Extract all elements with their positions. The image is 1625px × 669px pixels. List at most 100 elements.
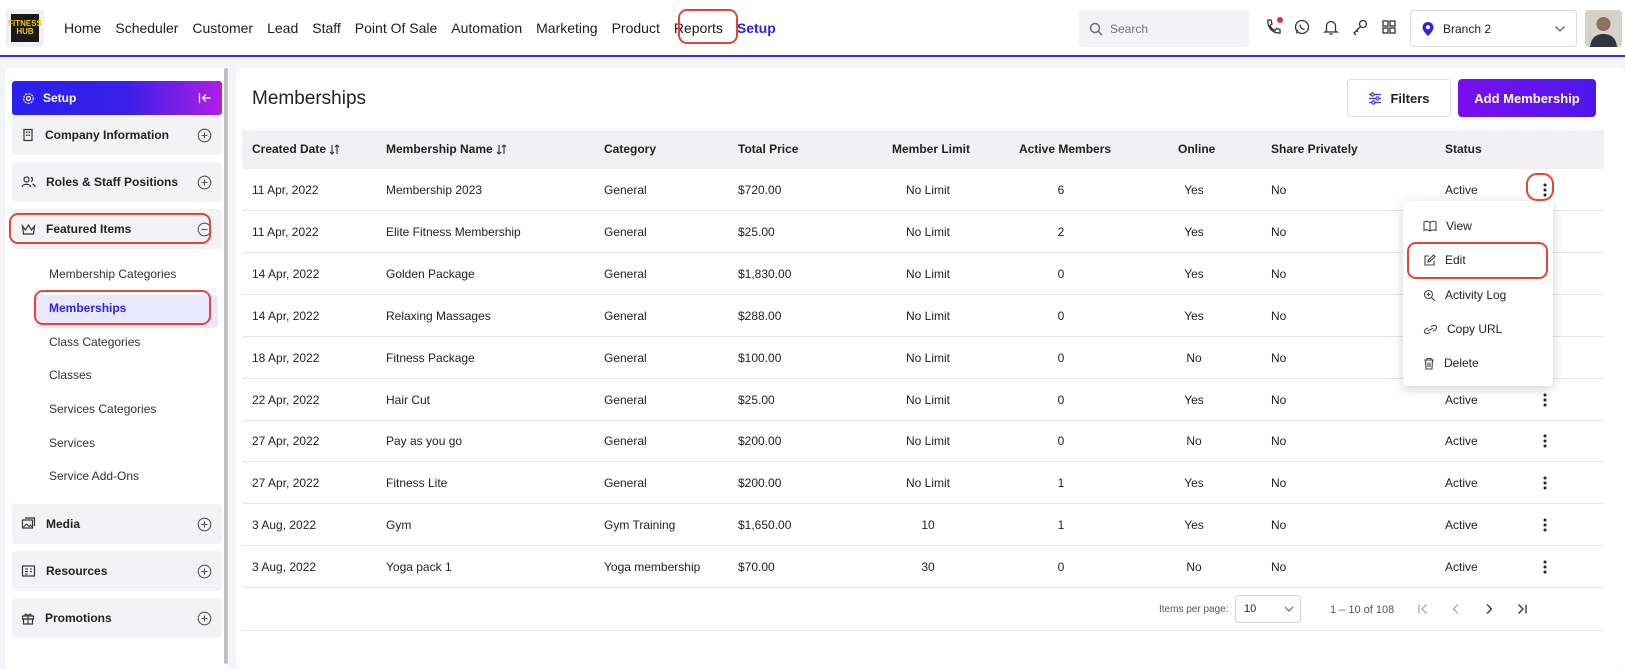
cell-member-limit: No Limit (905, 266, 951, 281)
column-created-date[interactable]: Created Date (252, 142, 340, 156)
table-row[interactable]: 22 Apr, 2022 Hair Cut General $25.00 No Limi… (242, 379, 1604, 421)
bell-icon[interactable] (1321, 17, 1341, 37)
cell-status: Active (1445, 392, 1478, 407)
submenu-classes[interactable]: Classes (49, 368, 92, 382)
link-icon (1423, 324, 1438, 335)
cell-membership-name: Elite Fitness Membership (386, 224, 521, 239)
filter-sliders-icon (1368, 91, 1382, 105)
nav-scheduler[interactable]: Scheduler (115, 18, 178, 38)
branch-label: Branch 2 (1443, 21, 1492, 36)
more-vertical-icon[interactable] (1535, 180, 1555, 200)
submenu-services-categories[interactable]: Services Categories (49, 402, 156, 416)
cell-total-price: $720.00 (738, 183, 782, 197)
table-row[interactable]: 18 Apr, 2022 Fitness Package General $100.0… (242, 337, 1604, 379)
expand-plus-icon[interactable] (197, 175, 212, 190)
table-row[interactable]: 3 Aug, 2022 Yoga pack 1 Yoga membership $70… (242, 546, 1604, 589)
table-row[interactable]: 3 Aug, 2022 Gym Gym Training $1,650.00 10 1 Ye… (242, 504, 1604, 547)
add-membership-button[interactable]: Add Membership (1458, 79, 1596, 117)
sidebar-item-resources[interactable]: Resources (12, 551, 222, 591)
cell-share-privately: No (1271, 476, 1287, 491)
key-icon[interactable] (1350, 17, 1370, 37)
table-row[interactable]: 14 Apr, 2022 Relaxing Massages General $288… (242, 295, 1604, 337)
collapse-minus-icon[interactable] (197, 222, 212, 237)
last-page-icon[interactable] (1512, 599, 1532, 619)
app-logo[interactable]: FITNESS HUB (6, 9, 44, 47)
sidebar-header: Setup (12, 81, 222, 115)
expand-plus-icon[interactable] (197, 128, 212, 143)
expand-plus-icon[interactable] (197, 564, 212, 579)
nav-product[interactable]: Product (612, 18, 660, 38)
nav-home[interactable]: Home (64, 18, 101, 38)
user-avatar[interactable] (1585, 10, 1622, 47)
cell-status: Active (1445, 434, 1478, 449)
submenu-class-categories[interactable]: Class Categories (49, 335, 140, 349)
nav-staff[interactable]: Staff (312, 18, 341, 38)
menu-item-view[interactable]: View (1423, 219, 1472, 233)
cell-membership-name: Gym (386, 518, 412, 533)
nav-marketing[interactable]: Marketing (536, 18, 597, 38)
sidebar-item-company-information[interactable]: Company Information (12, 115, 222, 155)
submenu-service-add-ons[interactable]: Service Add-Ons (49, 469, 139, 483)
phone-icon[interactable] (1263, 17, 1283, 37)
apps-grid-icon[interactable] (1379, 17, 1399, 37)
nav-reports[interactable]: Reports (674, 18, 723, 38)
cell-member-limit: No Limit (905, 434, 951, 449)
cell-total-price: $288.00 (738, 308, 782, 323)
more-vertical-icon[interactable] (1535, 473, 1555, 493)
nav-lead[interactable]: Lead (267, 18, 298, 38)
collapse-sidebar-icon[interactable] (198, 92, 212, 104)
media-icon (21, 517, 36, 531)
cell-total-price: $25.00 (738, 224, 775, 239)
sidebar-item-featured-items[interactable]: Featured Items (12, 209, 222, 249)
more-vertical-icon[interactable] (1535, 557, 1555, 577)
previous-page-icon[interactable] (1446, 599, 1466, 619)
cell-online: Yes (1184, 308, 1204, 323)
sidebar-scrollbar[interactable] (224, 68, 228, 664)
table-row[interactable]: 11 Apr, 2022 Membership 2023 General $720.0… (242, 169, 1604, 211)
more-vertical-icon[interactable] (1535, 390, 1555, 410)
cell-membership-name: Golden Package (386, 266, 475, 281)
cell-active-members: 0 (1057, 392, 1065, 407)
table-row[interactable]: 11 Apr, 2022 Elite Fitness Membership Gene… (242, 211, 1604, 253)
nav-point-of-sale[interactable]: Point Of Sale (355, 18, 438, 38)
menu-item-edit[interactable]: Edit (1423, 253, 1466, 267)
filters-button[interactable]: Filters (1347, 79, 1451, 117)
nav-automation[interactable]: Automation (451, 18, 522, 38)
sort-icon (496, 143, 507, 155)
menu-item-activity-log[interactable]: Activity Log (1423, 288, 1506, 302)
first-page-icon[interactable] (1413, 599, 1433, 619)
whatsapp-icon[interactable] (1292, 17, 1312, 37)
cell-category: General (604, 350, 647, 365)
cell-membership-name: Fitness Package (386, 350, 475, 365)
expand-plus-icon[interactable] (197, 611, 212, 626)
page-size-select[interactable]: 10 (1235, 595, 1301, 623)
column-membership-name[interactable]: Membership Name (386, 142, 507, 156)
more-vertical-icon[interactable] (1535, 431, 1555, 451)
next-page-icon[interactable] (1479, 599, 1499, 619)
cell-status: Active (1445, 560, 1478, 575)
cell-total-price: $1,830.00 (738, 266, 792, 281)
sidebar-item-media[interactable]: Media (12, 504, 222, 544)
menu-item-copy-url[interactable]: Copy URL (1423, 322, 1502, 336)
table-header: Created Date Membership Name Category To… (242, 130, 1604, 169)
table-row[interactable]: 27 Apr, 2022 Pay as you go General $200.00 N… (242, 420, 1604, 463)
search-box[interactable] (1079, 10, 1249, 47)
more-vertical-icon[interactable] (1535, 515, 1555, 535)
expand-plus-icon[interactable] (197, 517, 212, 532)
submenu-membership-categories[interactable]: Membership Categories (49, 267, 176, 281)
table-row[interactable]: 14 Apr, 2022 Golden Package General $1,830.… (242, 253, 1604, 295)
nav-customer[interactable]: Customer (192, 18, 253, 38)
sidebar-item-roles-staff-positions[interactable]: Roles & Staff Positions (12, 162, 222, 202)
branch-selector[interactable]: Branch 2 (1410, 10, 1577, 47)
cell-online: Yes (1184, 392, 1204, 407)
column-label: Created Date (252, 142, 327, 156)
sidebar-item-promotions[interactable]: Promotions (12, 598, 222, 638)
nav-setup[interactable]: Setup (737, 18, 776, 38)
cell-active-members: 0 (1057, 266, 1065, 281)
cell-total-price: $200.00 (738, 476, 782, 491)
search-input[interactable] (1110, 21, 1230, 36)
table-row[interactable]: 27 Apr, 2022 Fitness Lite General $200.00 No… (242, 462, 1604, 505)
menu-item-delete[interactable]: Delete (1423, 356, 1479, 370)
submenu-services[interactable]: Services (49, 436, 95, 450)
submenu-memberships[interactable]: Memberships (49, 301, 126, 315)
